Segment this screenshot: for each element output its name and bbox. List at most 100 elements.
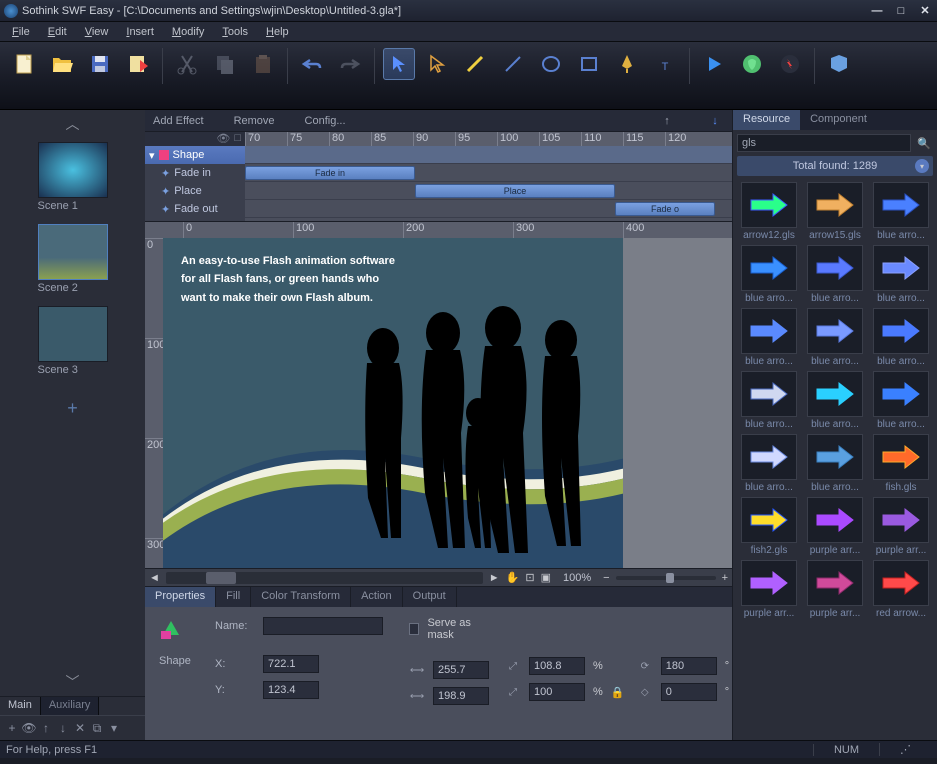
- scalex-input[interactable]: [529, 657, 585, 675]
- resource-item[interactable]: purple arr...: [737, 560, 801, 619]
- y-input[interactable]: [263, 681, 319, 699]
- tab-action[interactable]: Action: [351, 587, 403, 607]
- resource-item[interactable]: purple arr...: [803, 560, 867, 619]
- copy-button[interactable]: [209, 48, 241, 80]
- resource-item[interactable]: fish2.gls: [737, 497, 801, 556]
- zoom-in-icon[interactable]: +: [722, 572, 728, 584]
- mini-eye-icon[interactable]: 👁: [21, 720, 37, 736]
- add-effect-button[interactable]: Add Effect: [153, 115, 204, 127]
- resource-item[interactable]: blue arro...: [737, 245, 801, 304]
- mini-add-icon[interactable]: +: [4, 720, 20, 736]
- skew-input[interactable]: [661, 683, 717, 701]
- zoom-slider[interactable]: [616, 576, 716, 580]
- resource-item[interactable]: blue arro...: [803, 371, 867, 430]
- menu-file[interactable]: File: [4, 24, 38, 40]
- menu-view[interactable]: View: [77, 24, 117, 40]
- cut-button[interactable]: [171, 48, 203, 80]
- publish-button[interactable]: [774, 48, 806, 80]
- open-button[interactable]: [46, 48, 78, 80]
- mini-dup-icon[interactable]: ⧉: [89, 720, 105, 736]
- tab-component[interactable]: Component: [800, 110, 877, 130]
- resource-item[interactable]: blue arro...: [869, 245, 933, 304]
- name-input[interactable]: [263, 617, 383, 635]
- scene-down-button[interactable]: ﹀: [66, 674, 80, 690]
- resource-item[interactable]: red arrow...: [869, 560, 933, 619]
- new-button[interactable]: [8, 48, 40, 80]
- menu-modify[interactable]: Modify: [164, 24, 212, 40]
- menu-help[interactable]: Help: [258, 24, 297, 40]
- status-resize-icon[interactable]: ⋰: [879, 743, 931, 756]
- resource-search-input[interactable]: [737, 134, 911, 152]
- scene-up-button[interactable]: ︿: [66, 116, 80, 132]
- mini-delete-icon[interactable]: ✕: [72, 720, 88, 736]
- pencil-tool[interactable]: [459, 48, 491, 80]
- remove-effect-button[interactable]: Remove: [234, 115, 275, 127]
- undo-button[interactable]: [296, 48, 328, 80]
- visibility-icon[interactable]: 👁: [216, 132, 230, 146]
- zoom-fit-icon[interactable]: ⊡: [525, 571, 534, 584]
- redo-button[interactable]: [334, 48, 366, 80]
- save-button[interactable]: [84, 48, 116, 80]
- layer-fadein[interactable]: ✦Fade in: [145, 164, 245, 182]
- tab-resource[interactable]: Resource: [733, 110, 800, 130]
- mini-more-icon[interactable]: ▾: [106, 720, 122, 736]
- mini-up-icon[interactable]: ↑: [38, 720, 54, 736]
- resource-item[interactable]: arrow12.gls: [737, 182, 801, 241]
- lock-icon[interactable]: □: [234, 132, 241, 146]
- lock-scale-icon[interactable]: 🔒: [611, 686, 621, 698]
- effect-up-button[interactable]: ↑: [658, 112, 676, 130]
- tab-auxiliary[interactable]: Auxiliary: [41, 697, 100, 715]
- resource-item[interactable]: blue arro...: [803, 308, 867, 367]
- tab-properties[interactable]: Properties: [145, 587, 216, 607]
- resource-item[interactable]: blue arro...: [737, 308, 801, 367]
- effect-down-button[interactable]: ↓: [706, 112, 724, 130]
- resource-item[interactable]: purple arr...: [803, 497, 867, 556]
- height-input[interactable]: [433, 687, 489, 705]
- resource-item[interactable]: purple arr...: [869, 497, 933, 556]
- resource-item[interactable]: blue arro...: [869, 371, 933, 430]
- text-tool[interactable]: T: [649, 48, 681, 80]
- scene-item[interactable]: Scene 2: [38, 224, 108, 302]
- tab-colortransform[interactable]: Color Transform: [251, 587, 351, 607]
- minimize-button[interactable]: —: [869, 4, 885, 18]
- close-button[interactable]: ✕: [917, 4, 933, 18]
- subselect-tool[interactable]: [421, 48, 453, 80]
- menu-insert[interactable]: Insert: [118, 24, 162, 40]
- scene-item[interactable]: Scene 3: [38, 306, 108, 384]
- search-icon[interactable]: 🔍: [915, 134, 933, 152]
- menu-edit[interactable]: Edit: [40, 24, 75, 40]
- preview-button[interactable]: [736, 48, 768, 80]
- scaley-input[interactable]: [529, 683, 585, 701]
- h-scrollbar[interactable]: [166, 572, 483, 584]
- resource-item[interactable]: fish.gls: [869, 434, 933, 493]
- line-tool[interactable]: [497, 48, 529, 80]
- zoom-full-icon[interactable]: ▣: [541, 571, 551, 584]
- canvas[interactable]: 0100200300400: [163, 222, 732, 568]
- pen-tool[interactable]: [611, 48, 643, 80]
- layer-fadeout[interactable]: ✦Fade out: [145, 200, 245, 218]
- layer-place[interactable]: ✦Place: [145, 182, 245, 200]
- mask-checkbox[interactable]: [409, 623, 419, 635]
- rect-tool[interactable]: [573, 48, 605, 80]
- rotate-input[interactable]: [661, 657, 717, 675]
- scene-item[interactable]: Scene 1: [38, 142, 108, 220]
- scroll-right-icon[interactable]: ►: [489, 572, 500, 584]
- zoom-value[interactable]: 100%: [557, 572, 597, 584]
- resource-item[interactable]: blue arro...: [737, 434, 801, 493]
- add-scene-button[interactable]: +: [57, 388, 88, 429]
- export-button[interactable]: [122, 48, 154, 80]
- scroll-left-icon[interactable]: ◄: [149, 572, 160, 584]
- hand-tool-icon[interactable]: ✋: [506, 571, 520, 584]
- layer-shape[interactable]: ▾ Shape: [145, 146, 245, 164]
- resource-item[interactable]: blue arro...: [803, 434, 867, 493]
- resource-item[interactable]: arrow15.gls: [803, 182, 867, 241]
- x-input[interactable]: [263, 655, 319, 673]
- resource-item[interactable]: blue arro...: [803, 245, 867, 304]
- resource-item[interactable]: blue arro...: [737, 371, 801, 430]
- found-dropdown-icon[interactable]: ▾: [915, 159, 929, 173]
- menu-tools[interactable]: Tools: [214, 24, 256, 40]
- play-button[interactable]: [698, 48, 730, 80]
- paste-button[interactable]: [247, 48, 279, 80]
- maximize-button[interactable]: □: [893, 4, 909, 18]
- timeline-tracks[interactable]: 707580859095100105110115120 Fade in Plac…: [245, 132, 732, 221]
